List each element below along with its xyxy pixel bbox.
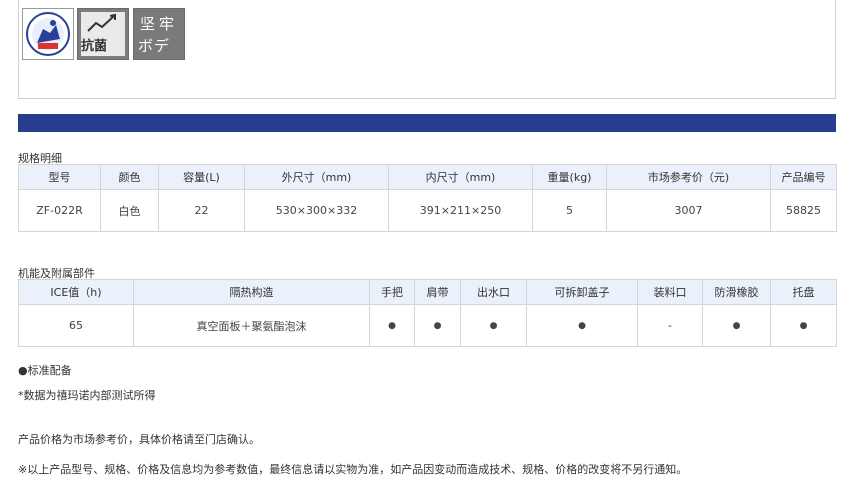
antibacterial-badge: 抗菌 — [77, 8, 129, 60]
col-header: 市场参考价（元) — [606, 164, 771, 190]
cell-loading-port: - — [637, 304, 703, 347]
specs-header-row: 型号 颜色 容量(L) 外尺寸（mm) 内尺寸（mm) 重量(kg) 市场参考价… — [18, 164, 837, 190]
disclaimer-note: ※以上产品型号、规格、价格及信息均为参考数值，最终信息请以实物为准，如产品因变动… — [18, 463, 688, 476]
col-header: ICE值（h) — [18, 279, 134, 305]
data-source-note: *数据为禧玛诺内部测试所得 — [18, 389, 156, 402]
cell-capacity: 22 — [158, 189, 245, 232]
section-divider-bar — [18, 114, 836, 132]
cell-tray: ● — [770, 304, 837, 347]
cell-removable-lid: ● — [526, 304, 638, 347]
cell-outer-size: 530×300×332 — [244, 189, 389, 232]
col-header: 可拆卸盖子 — [526, 279, 638, 305]
cell-shoulder-strap: ● — [414, 304, 461, 347]
col-header: 手把 — [369, 279, 415, 305]
ice-man-icon — [26, 12, 70, 56]
ice-certification-badge — [22, 8, 74, 60]
col-header: 出水口 — [460, 279, 527, 305]
col-header: 装料口 — [637, 279, 703, 305]
col-header: 外尺寸（mm) — [244, 164, 389, 190]
standard-equipment-note: ●标准配备 — [18, 364, 72, 377]
cell-insulation: 真空面板＋聚氨酯泡沫 — [133, 304, 370, 347]
col-header: 颜色 — [100, 164, 159, 190]
cell-model: ZF-022R — [18, 189, 101, 232]
cell-anti-slip: ● — [702, 304, 771, 347]
antibacterial-icon — [87, 13, 116, 32]
col-header: 肩带 — [414, 279, 461, 305]
antibacterial-label: 抗菌 — [81, 39, 108, 54]
sturdy-body-badge: 坚牢 ボディ — [133, 8, 185, 76]
sturdy-label-line2: ボディ — [138, 37, 171, 76]
col-header: 托盘 — [770, 279, 837, 305]
table-row: ZF-022R 白色 22 530×300×332 391×211×250 5 … — [18, 189, 837, 232]
cell-inner-size: 391×211×250 — [388, 189, 533, 232]
price-note: 产品价格为市场参考价，具体价格请至门店确认。 — [18, 433, 260, 446]
features-table: ICE值（h) 隔热构造 手把 肩带 出水口 可拆卸盖子 装料口 防滑橡胶 托盘… — [18, 279, 837, 347]
col-header: 容量(L) — [158, 164, 245, 190]
cell-handle: ● — [369, 304, 415, 347]
cell-ice-value: 65 — [18, 304, 134, 347]
cell-drain: ● — [460, 304, 527, 347]
col-header: 隔热构造 — [133, 279, 370, 305]
cell-product-code: 58825 — [770, 189, 837, 232]
col-header: 型号 — [18, 164, 101, 190]
specs-table: 型号 颜色 容量(L) 外尺寸（mm) 内尺寸（mm) 重量(kg) 市场参考价… — [18, 164, 837, 232]
features-header-row: ICE值（h) 隔热构造 手把 肩带 出水口 可拆卸盖子 装料口 防滑橡胶 托盘 — [18, 279, 837, 305]
cell-color: 白色 — [100, 189, 159, 232]
col-header: 内尺寸（mm) — [388, 164, 533, 190]
cell-price: 3007 — [606, 189, 771, 232]
col-header: 产品编号 — [770, 164, 837, 190]
table-row: 65 真空面板＋聚氨酯泡沫 ● ● ● ● - ● ● — [18, 304, 837, 347]
sturdy-label-line1: 坚牢 — [140, 15, 179, 33]
cell-weight: 5 — [532, 189, 607, 232]
col-header: 防滑橡胶 — [702, 279, 771, 305]
col-header: 重量(kg) — [532, 164, 607, 190]
